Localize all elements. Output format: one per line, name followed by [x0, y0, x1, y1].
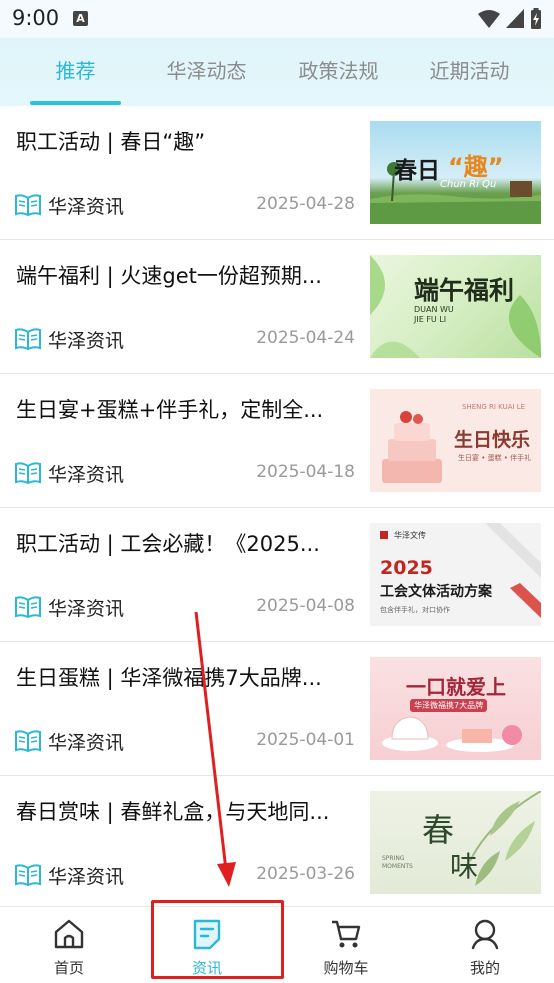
article-date: 2025-04-24	[256, 328, 355, 348]
book-icon	[15, 462, 41, 485]
article-date: 2025-04-28	[256, 194, 355, 214]
tab-recommend[interactable]: 推荐	[15, 38, 136, 106]
article-card[interactable]: 生日宴+蛋糕+伴手礼，定制全... 华泽资讯 2025-04-18 SHENG …	[0, 374, 554, 508]
nav-profile[interactable]: 我的	[416, 907, 554, 983]
article-source: 华泽资讯	[48, 196, 125, 218]
article-title: 生日宴+蛋糕+伴手礼，定制全...	[16, 398, 324, 422]
book-icon	[15, 194, 41, 217]
article-title: 生日蛋糕 | 华泽微福携7大品牌...	[16, 666, 322, 690]
article-date: 2025-04-01	[256, 730, 355, 750]
article-source: 华泽资讯	[48, 732, 125, 754]
tab-huaze-news[interactable]: 华泽动态	[146, 38, 267, 106]
article-source: 华泽资讯	[48, 866, 125, 888]
article-card[interactable]: 职工活动 | 春日“趣” 华泽资讯 2025-04-28 春日 “趣” Chun…	[0, 106, 554, 240]
status-time: 9:00	[12, 6, 60, 30]
book-icon	[15, 328, 41, 351]
article-thumbnail[interactable]: 华泽文传 2025 工会文体活动方案 包含伴手礼，对口协作	[370, 523, 541, 626]
nav-home-label: 首页	[53, 959, 84, 977]
article-title: 职工活动 | 工会必藏！《2025...	[16, 532, 320, 556]
annotation-highlight-box	[151, 900, 284, 979]
article-thumbnail[interactable]: 端午福利 DUAN WU JIE FU LI	[370, 255, 541, 358]
status-bar: 9:00 A	[0, 0, 554, 38]
article-date: 2025-03-26	[256, 864, 355, 884]
article-thumbnail[interactable]: 一口就爱上 华泽微福携7大品牌	[370, 657, 541, 760]
book-icon	[15, 864, 41, 887]
battery-icon	[531, 8, 541, 29]
article-feed[interactable]: 职工活动 | 春日“趣” 华泽资讯 2025-04-28 春日 “趣” Chun…	[0, 106, 554, 906]
article-title: 职工活动 | 春日“趣”	[16, 130, 206, 154]
article-card[interactable]: 生日蛋糕 | 华泽微福携7大品牌... 华泽资讯 2025-04-01 一口就爱…	[0, 642, 554, 776]
article-date: 2025-04-08	[256, 596, 355, 616]
article-thumbnail[interactable]: 春 味 SPRING MOMENTS	[370, 791, 541, 894]
article-source: 华泽资讯	[48, 330, 125, 352]
article-thumbnail[interactable]: 春日 “趣” Chun Ri Qu	[370, 121, 541, 224]
profile-icon	[471, 919, 499, 950]
book-icon	[15, 596, 41, 619]
article-card[interactable]: 春日赏味 | 春鲜礼盒，与天地同... 华泽资讯 2025-03-26 春 味 …	[0, 776, 554, 906]
book-icon	[15, 730, 41, 753]
home-icon	[54, 919, 84, 949]
notification-icon: A	[73, 11, 88, 26]
article-source: 华泽资讯	[48, 598, 125, 620]
article-card[interactable]: 端午福利 | 火速get一份超预期... 华泽资讯 2025-04-24 端午福…	[0, 240, 554, 374]
category-tabs: 推荐 华泽动态 政策法规 近期活动	[0, 38, 554, 106]
tab-recent-events[interactable]: 近期活动	[409, 38, 530, 106]
article-card[interactable]: 职工活动 | 工会必藏！《2025... 华泽资讯 2025-04-08 华泽文…	[0, 508, 554, 642]
wifi-icon	[478, 10, 500, 28]
article-date: 2025-04-18	[256, 462, 355, 482]
article-title: 春日赏味 | 春鲜礼盒，与天地同...	[16, 800, 330, 824]
nav-profile-label: 我的	[469, 959, 500, 977]
nav-home[interactable]: 首页	[0, 907, 138, 983]
nav-cart-label: 购物车	[323, 959, 369, 977]
nav-cart[interactable]: 购物车	[277, 907, 415, 983]
system-icons	[478, 8, 542, 30]
signal-icon	[506, 9, 524, 28]
cart-icon	[332, 920, 361, 948]
tab-policy[interactable]: 政策法规	[278, 38, 399, 106]
article-title: 端午福利 | 火速get一份超预期...	[16, 264, 322, 288]
article-source: 华泽资讯	[48, 464, 125, 486]
article-thumbnail[interactable]: SHENG RI KUAI LE 生日快乐 生日宴 • 蛋糕 • 伴手礼	[370, 389, 541, 492]
active-tab-indicator	[30, 101, 121, 105]
